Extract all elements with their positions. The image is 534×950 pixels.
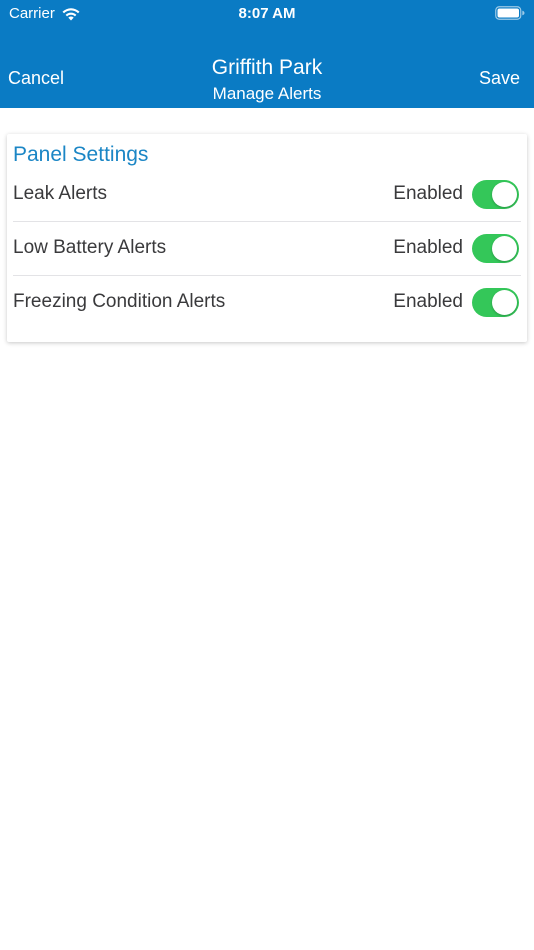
low-battery-alerts-toggle[interactable] (472, 234, 519, 263)
freezing-condition-alerts-label: Freezing Condition Alerts (13, 291, 226, 312)
low-battery-alerts-row: Low Battery Alerts Enabled (13, 222, 521, 276)
low-battery-alerts-label: Low Battery Alerts (13, 237, 167, 258)
status-time: 8:07 AM (238, 5, 296, 22)
toggle-knob (492, 290, 517, 315)
leak-alerts-row: Leak Alerts Enabled (13, 168, 521, 222)
save-button[interactable]: Save (479, 68, 520, 89)
leak-alerts-status: Enabled (393, 183, 463, 204)
status-bar: Carrier 8:07 AM (0, 0, 534, 28)
leak-alerts-toggle[interactable] (472, 180, 519, 209)
toggle-knob (492, 236, 517, 261)
leak-alerts-label: Leak Alerts (13, 183, 107, 204)
freezing-condition-alerts-row: Freezing Condition Alerts Enabled (13, 276, 521, 330)
page-subtitle: Manage Alerts (212, 84, 322, 103)
low-battery-alerts-status: Enabled (393, 237, 463, 258)
app-header: Carrier 8:07 AM Cancel Griffith Park Man… (0, 0, 534, 108)
panel-settings-title: Panel Settings (13, 143, 149, 166)
freezing-condition-alerts-status: Enabled (393, 291, 463, 312)
battery-icon (495, 6, 525, 20)
page-title: Griffith Park (211, 56, 323, 79)
toggle-knob (492, 182, 517, 207)
freezing-condition-alerts-toggle[interactable] (472, 288, 519, 317)
panel-settings-card: Panel Settings Leak Alerts Enabled Low B… (7, 134, 527, 342)
